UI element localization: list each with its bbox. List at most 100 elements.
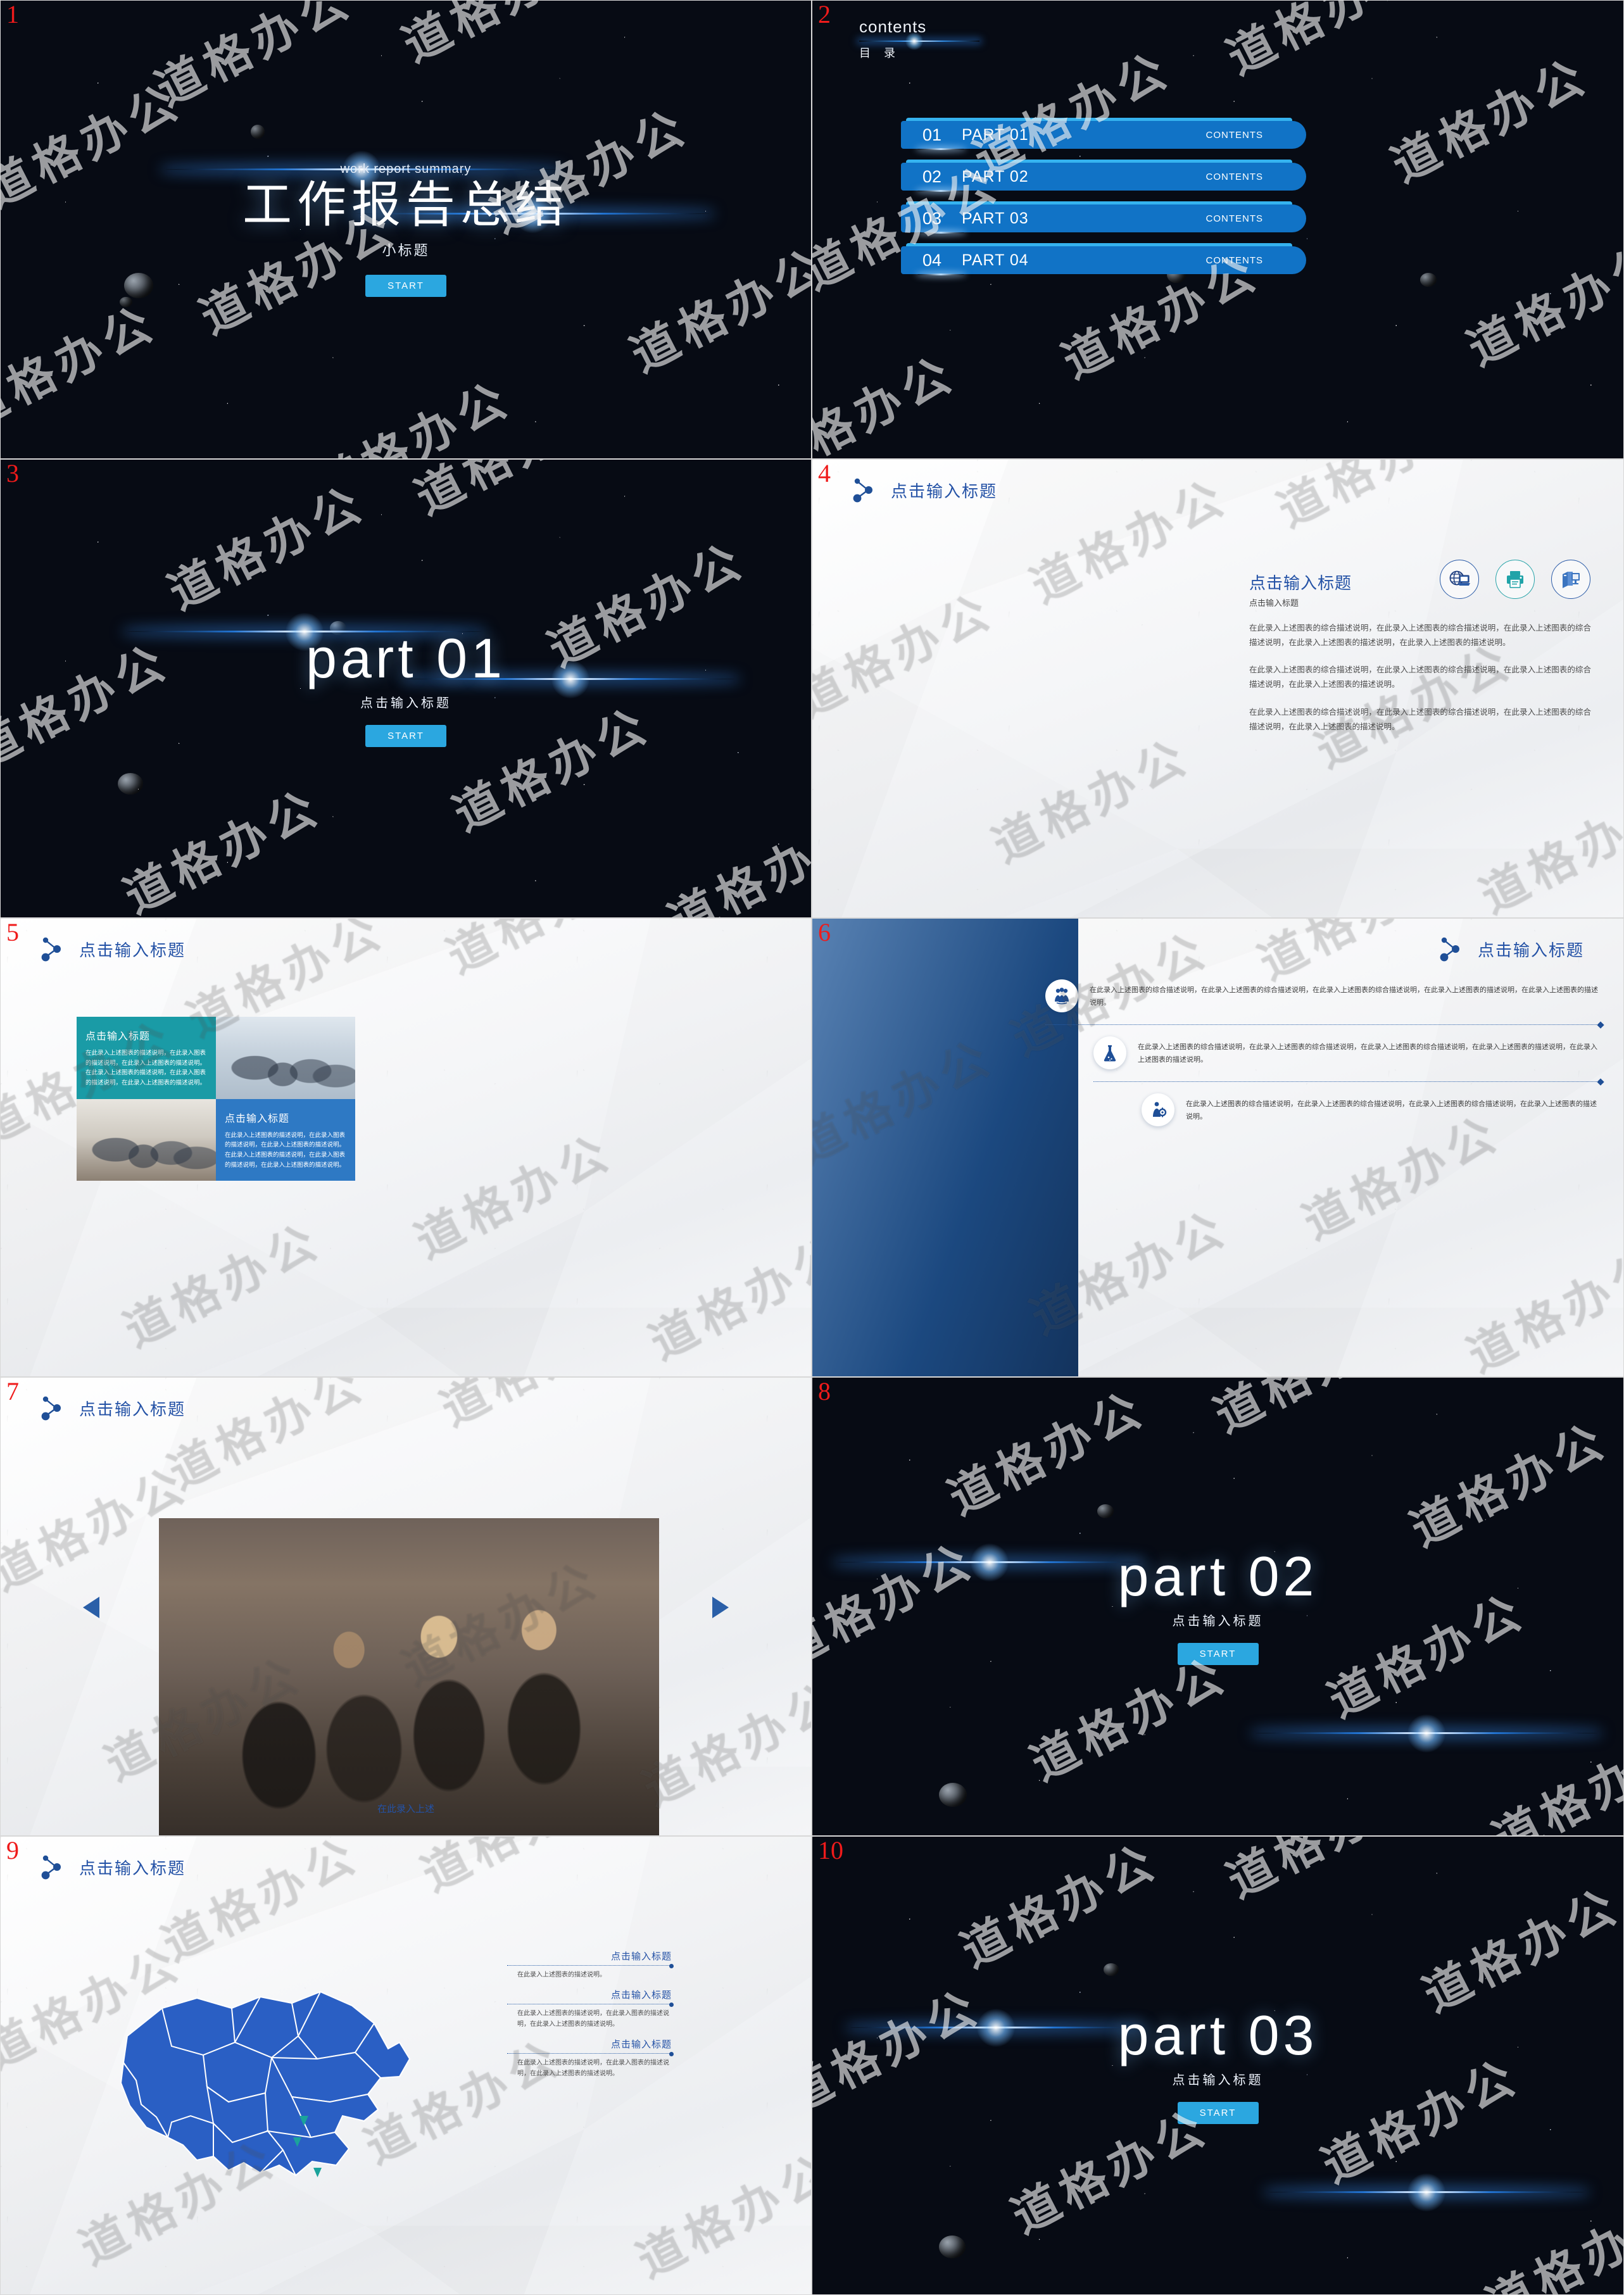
network-nodes-icon: [853, 478, 872, 503]
photo-caption: 在此录入上述: [377, 1804, 434, 1814]
icon-row: 在此录入上述图表的综合描述说明，在此录入上述图表的综合描述说明，在此录入上述图表…: [1142, 1093, 1601, 1126]
cell-title: 点击输入标题: [225, 1113, 290, 1124]
section-subtitle: 点击输入标题: [360, 696, 451, 710]
slide-header: 点击输入标题: [40, 1853, 186, 1881]
cell-body: 在此录入上述图表的描述说明，在此录入图表的描述说明，在此录入上述图表的描述说明。…: [225, 1131, 346, 1169]
item-part: PART 02: [962, 167, 1029, 185]
china-map[interactable]: [102, 1947, 431, 2213]
network-nodes-icon: [41, 1396, 61, 1421]
slide-header-title: 点击输入标题: [79, 1858, 186, 1878]
slide-6[interactable]: 点击输入标题 在此录入上述图表的综合描述说明，在此录入上述图表的综合描述说明，在…: [812, 918, 1624, 1377]
row-text: 在此录入上述图表的综合描述说明，在此录入上述图表的综合描述说明，在此录入上述图表…: [1090, 986, 1598, 1007]
start-button[interactable]: START: [1177, 1642, 1259, 1665]
icon-row-list: 在此录入上述图表的综合描述说明，在此录入上述图表的综合描述说明，在此录入上述图表…: [1045, 979, 1601, 1126]
callout-title: 点击输入标题: [610, 1990, 672, 2001]
row-text: 在此录入上述图表的综合描述说明，在此录入上述图表的综合描述说明，在此录入上述图表…: [1138, 1043, 1597, 1064]
contents-list: 01 PART 01 CONTENTS 02 PART 02 CONTENTS …: [901, 118, 1306, 275]
slide-4[interactable]: 点击输入标题 点击输入标题 点击输入标题 在此录入上述图表的综合描述说明，在此录…: [812, 459, 1624, 918]
callout-leader-line: [507, 2051, 674, 2056]
slide-number: 4: [818, 459, 831, 487]
desktop-computer-icon[interactable]: [1551, 560, 1590, 599]
item-tag: CONTENTS: [1205, 171, 1263, 182]
globe-laptop-icon[interactable]: [1440, 560, 1479, 599]
callout-leader-line: [507, 1963, 674, 1968]
next-arrow-icon[interactable]: [712, 1596, 729, 1618]
cover-eyebrow: work report summary: [340, 162, 472, 177]
icon-row: 在此录入上述图表的综合描述说明，在此录入上述图表的综合描述说明，在此录入上述图表…: [1093, 1036, 1601, 1082]
section-block: part 03 点击输入标题 START: [812, 1837, 1623, 2294]
slide-header-title: 点击输入标题: [79, 940, 186, 960]
slide-number: 1: [6, 0, 19, 28]
item-number: 03: [917, 209, 964, 234]
map-callout: 点击输入标题 在此录入上述图表的描述说明，在此录入图表的描述说明，在此录入上述图…: [507, 2037, 674, 2079]
network-nodes-icon: [41, 937, 61, 962]
map-callout: 点击输入标题 在此录入上述图表的描述说明，在此录入图表的描述说明，在此录入上述图…: [507, 1988, 674, 2030]
network-nodes-icon: [1440, 937, 1459, 962]
slide-header: 点击输入标题: [40, 935, 186, 963]
slide-thumbnail-grid: work report summary 工作报告总结 小标题 START 道格办…: [0, 0, 1624, 2295]
item-number: 02: [917, 167, 964, 192]
item-number: 04: [917, 251, 964, 275]
quad-cell-text: 点击输入标题 在此录入上述图表的描述说明，在此录入图表的描述说明，在此录入上述图…: [216, 1098, 355, 1181]
start-button[interactable]: START: [365, 274, 446, 297]
prev-arrow-icon[interactable]: [83, 1596, 99, 1618]
map-callouts: 点击输入标题 在此录入上述图表的描述说明。 点击输入标题 在此录入上述图表的描述…: [507, 1949, 674, 2079]
item-number: 01: [917, 125, 964, 150]
start-button[interactable]: START: [1177, 2101, 1259, 2124]
callout-title: 点击输入标题: [610, 1951, 672, 1962]
item-tag: CONTENTS: [1205, 129, 1263, 141]
network-nodes-icon: [41, 1855, 61, 1880]
slide-8[interactable]: part 02 点击输入标题 START 道格办公 道格办公 道格办公 道格办公…: [812, 1377, 1624, 1836]
content-paragraph: 在此录入上述图表的综合描述说明，在此录入上述图表的综合描述说明，在此录入上述图表…: [1249, 665, 1591, 689]
quad-cell-photo-meeting: [216, 1017, 355, 1099]
slide-header: 点击输入标题: [852, 476, 997, 504]
icon-row: 在此录入上述图表的综合描述说明，在此录入上述图表的综合描述说明，在此录入上述图表…: [1045, 979, 1601, 1025]
map-callout: 点击输入标题 在此录入上述图表的描述说明。: [507, 1949, 674, 1980]
section-title: part 02: [1117, 1544, 1318, 1607]
slide-3[interactable]: part 01 点击输入标题 START 道格办公 道格办公 道格办公 道格办公…: [0, 459, 812, 918]
section-block: part 01 点击输入标题 START: [1, 460, 811, 917]
contents-item[interactable]: 01 PART 01 CONTENTS: [901, 118, 1306, 150]
quad-cell-text: 点击输入标题 在此录入上述图表的描述说明，在此录入图表的描述说明，在此录入上述图…: [77, 1017, 216, 1099]
content-paragraph: 在此录入上述图表的综合描述说明，在此录入上述图表的综合描述说明，在此录入上述图表…: [1249, 624, 1591, 648]
contents-item[interactable]: 02 PART 02 CONTENTS: [901, 160, 1306, 192]
slide-number: 2: [818, 0, 831, 28]
item-part: PART 04: [962, 251, 1029, 269]
contents-item[interactable]: 04 PART 04 CONTENTS: [901, 243, 1306, 275]
quad-cell-photo-desk: [77, 1098, 216, 1181]
start-button[interactable]: START: [365, 724, 446, 747]
slide-header: 点击输入标题: [1438, 935, 1584, 963]
slide-1[interactable]: work report summary 工作报告总结 小标题 START 道格办…: [0, 0, 812, 459]
slide-number: 7: [6, 1377, 19, 1405]
callout-body: 在此录入上述图表的描述说明，在此录入图表的描述说明，在此录入上述图表的描述说明。: [517, 2010, 669, 2028]
building-photo: [812, 919, 1078, 1376]
section-subtitle: 点击输入标题: [1172, 2073, 1264, 2087]
slide-number: 10: [818, 1836, 843, 1864]
slide-7[interactable]: 点击输入标题 在此录入上述 道格办公 道格办公 道格办公 道格办公 道格办公 道…: [0, 1377, 812, 1836]
slide-number: 8: [818, 1377, 831, 1405]
row-divider: [1093, 1081, 1601, 1082]
callout-body: 在此录入上述图表的描述说明。: [517, 1971, 606, 1978]
cover-title: 工作报告总结: [242, 177, 569, 233]
slide-number: 9: [6, 1836, 19, 1864]
audience-photo: [159, 1518, 659, 1835]
person-gear-icon: [1142, 1093, 1174, 1126]
contents-item[interactable]: 03 PART 03 CONTENTS: [901, 201, 1306, 234]
cover-block: work report summary 工作报告总结 小标题 START: [1, 1, 811, 458]
slide-9[interactable]: 点击输入标题 点击输入标题 在此录入上述图表的描述说明。 点击输入标题 在此录入…: [0, 1836, 812, 2295]
contents-heading: contents 目 录: [859, 17, 979, 61]
item-tag: CONTENTS: [1205, 213, 1263, 224]
slide-5[interactable]: 点击输入标题 点击输入标题 在此录入上述图表的描述说明，在此录入图表的描述说明，…: [0, 918, 812, 1377]
quad-grid: 点击输入标题 在此录入上述图表的描述说明，在此录入图表的描述说明，在此录入上述图…: [77, 1017, 355, 1181]
team-people-icon: [1045, 979, 1078, 1012]
slide-number: 3: [6, 459, 19, 487]
printer-icon[interactable]: [1495, 560, 1535, 599]
slide-10[interactable]: part 03 点击输入标题 START 道格办公 道格办公 道格办公 道格办公…: [812, 1836, 1624, 2295]
callout-title: 点击输入标题: [610, 2039, 672, 2050]
slide-2[interactable]: contents 目 录 01 PART 01 CONTENTS 02 PART…: [812, 0, 1624, 459]
slide-number: 5: [6, 918, 19, 946]
slide-header-title: 点击输入标题: [891, 481, 998, 501]
cover-subtitle: 小标题: [382, 242, 430, 258]
section-subtitle: 点击输入标题: [1172, 1614, 1264, 1628]
item-tag: CONTENTS: [1205, 255, 1263, 266]
